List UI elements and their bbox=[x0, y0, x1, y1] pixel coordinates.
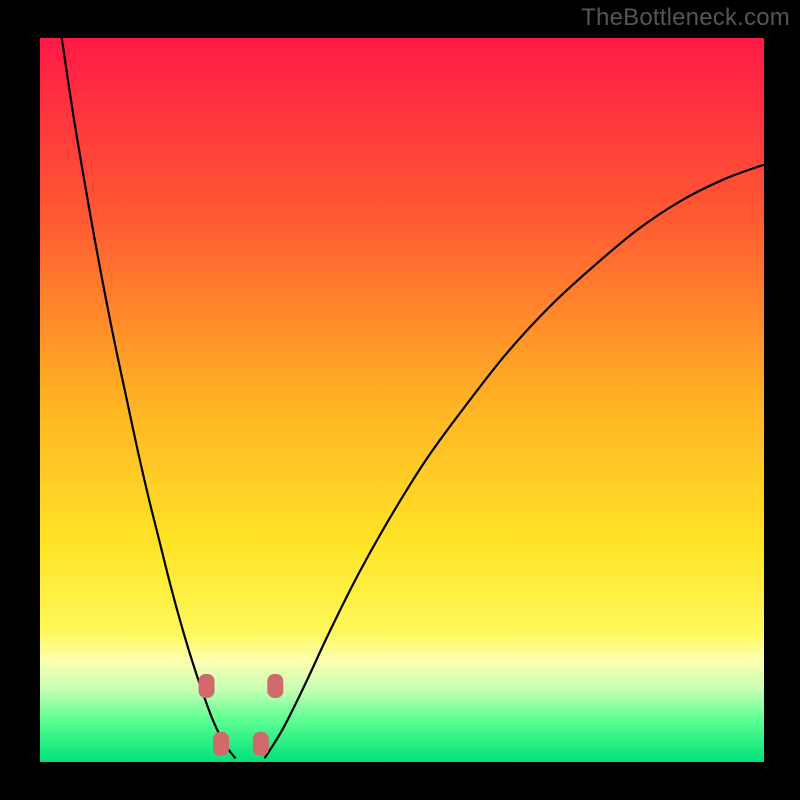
gradient-background bbox=[40, 38, 764, 762]
chart-container: TheBottleneck.com bbox=[0, 0, 800, 800]
plot-area bbox=[40, 38, 764, 762]
floor-marker bbox=[253, 732, 269, 756]
floor-marker bbox=[213, 732, 229, 756]
floor-marker bbox=[199, 674, 215, 698]
floor-marker bbox=[267, 674, 283, 698]
plot-svg bbox=[40, 38, 764, 762]
watermark-text: TheBottleneck.com bbox=[581, 4, 790, 32]
